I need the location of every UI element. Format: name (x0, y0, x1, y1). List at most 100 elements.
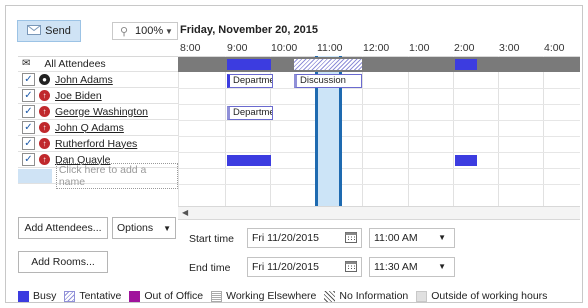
schedule-date-title: Friday, November 20, 2015 (180, 24, 318, 36)
scroll-left-icon[interactable]: ◀ (182, 208, 188, 217)
tentative-swatch (64, 290, 76, 302)
grid-row-line (178, 136, 580, 137)
appointment-block[interactable]: Discussion (294, 74, 362, 88)
legend-label: No Information (339, 290, 409, 302)
legend-out-of-office: Out of Office (129, 290, 203, 302)
chevron-down-icon: ▼ (165, 26, 173, 36)
start-date-value: Fri 11/20/2015 (252, 232, 319, 244)
options-label: Options (116, 222, 154, 234)
calendar-icon[interactable] (345, 261, 357, 275)
end-time-label: End time (189, 262, 231, 274)
attendee-checkbox[interactable]: ✓ (22, 89, 35, 102)
busy-block (227, 59, 271, 70)
calendar-icon[interactable] (345, 232, 357, 246)
out-of-office-swatch (129, 290, 141, 302)
outside-hours-swatch (416, 290, 428, 302)
attendee-list: ✉ All Attendees ✓ ● John Adams ✓ ↑ Joe B… (18, 56, 178, 206)
hour-label: 3:00 (499, 42, 520, 54)
zoom-value: 100% (135, 25, 164, 37)
hour-label: 1:00 (409, 42, 430, 54)
attendee-name[interactable]: George Washington (55, 106, 148, 118)
legend-no-information: No Information (324, 290, 408, 302)
busy-block (455, 155, 477, 166)
end-time-dropdown[interactable]: 11:30 AM ▼ (369, 257, 455, 277)
end-time-value: 11:30 AM (374, 261, 418, 273)
envelope-icon (27, 24, 42, 38)
all-attendees-row: ✉ All Attendees (18, 56, 178, 72)
add-attendee-input[interactable]: Click here to add a name (55, 162, 178, 189)
attendee-row[interactable]: ✓ ● John Adams (18, 72, 178, 88)
legend-label: Out of Office (144, 290, 204, 302)
search-icon: ⚲ (119, 25, 129, 38)
required-attendee-icon[interactable]: ↑ (39, 154, 50, 165)
hour-label: 8:00 (180, 42, 201, 54)
chevron-down-icon: ▼ (438, 262, 446, 271)
busy-block (455, 59, 477, 70)
legend-busy: Busy (18, 290, 56, 302)
attendee-name[interactable]: Joe Biden (55, 90, 102, 102)
grid-row-line (178, 104, 580, 105)
attendee-checkbox[interactable]: ✓ (22, 121, 35, 134)
grid-row-line (178, 152, 580, 153)
horizontal-scrollbar[interactable]: ◀ (178, 206, 580, 220)
legend-label: Tentative (79, 290, 122, 302)
attendee-row[interactable]: ✓ ↑ Joe Biden (18, 88, 178, 104)
legend: Busy Tentative Out of Office Working Els… (18, 290, 555, 302)
zoom-dropdown[interactable]: ⚲ 100% ▼ (112, 22, 178, 40)
chevron-down-icon: ▼ (438, 233, 446, 242)
send-button[interactable]: Send (17, 20, 81, 42)
attendee-name[interactable]: Rutherford Hayes (55, 138, 137, 150)
add-attendees-button[interactable]: Add Attendees... (18, 217, 108, 239)
organizer-icon: ● (39, 74, 50, 85)
working-elsewhere-swatch (211, 290, 223, 302)
grid-row-line (178, 168, 580, 169)
attendee-name[interactable]: John Adams (55, 74, 113, 86)
attendee-checkbox[interactable]: ✓ (22, 153, 35, 166)
hour-label: 9:00 (227, 42, 248, 54)
start-time-value: 11:00 AM (374, 232, 418, 244)
start-date-field[interactable]: Fri 11/20/2015 (247, 228, 362, 248)
attendee-checkbox[interactable]: ✓ (22, 73, 35, 86)
no-information-swatch (324, 290, 336, 302)
hour-label: 4:00 (544, 42, 565, 54)
chevron-down-icon: ▼ (163, 223, 172, 233)
hour-label: 2:00 (454, 42, 475, 54)
legend-working-elsewhere: Working Elsewhere (211, 290, 316, 302)
appointment-block[interactable]: Departme (227, 106, 273, 120)
busy-block (227, 155, 271, 166)
hour-label: 12:00 (363, 42, 390, 54)
legend-label: Busy (33, 290, 57, 302)
legend-tentative: Tentative (64, 290, 121, 302)
required-attendee-icon[interactable]: ↑ (39, 90, 50, 101)
end-date-field[interactable]: Fri 11/20/2015 (247, 257, 362, 277)
all-attendees-label: All Attendees (44, 57, 106, 70)
attendee-row[interactable]: ✓ ↑ Rutherford Hayes (18, 136, 178, 152)
legend-outside-hours: Outside of working hours (416, 290, 547, 302)
envelope-icon: ✉ (22, 58, 31, 69)
options-button[interactable]: Options ▼ (112, 217, 176, 239)
legend-label: Working Elsewhere (226, 290, 317, 302)
grid-row-line (178, 88, 580, 89)
grid-row-line (178, 120, 580, 121)
attendee-row[interactable]: ✓ ↑ George Washington (18, 104, 178, 120)
required-attendee-icon[interactable]: ↑ (39, 138, 50, 149)
start-time-label: Start time (189, 233, 234, 245)
hour-ruler: 8:00 9:00 10:00 11:00 12:00 1:00 2:00 3:… (180, 42, 580, 56)
add-rooms-button[interactable]: Add Rooms... (18, 251, 108, 273)
busy-swatch (18, 290, 29, 302)
attendee-checkbox[interactable]: ✓ (22, 137, 35, 150)
attendee-row[interactable]: ✓ ↑ John Q Adams (18, 120, 178, 136)
attendee-checkbox[interactable]: ✓ (22, 105, 35, 118)
legend-label: Outside of working hours (431, 290, 548, 302)
send-label: Send (45, 25, 71, 37)
required-attendee-icon[interactable]: ↑ (39, 122, 50, 133)
hour-label: 11:00 (317, 42, 343, 54)
required-attendee-icon[interactable]: ↑ (39, 106, 50, 117)
start-time-dropdown[interactable]: 11:00 AM ▼ (369, 228, 455, 248)
add-attendee-row[interactable]: Click here to add a name (18, 162, 178, 189)
appointment-block[interactable]: Departme (227, 74, 273, 88)
grid-row-line (178, 184, 580, 185)
end-date-value: Fri 11/20/2015 (252, 261, 319, 273)
attendee-name[interactable]: John Q Adams (55, 122, 124, 134)
tentative-block (294, 59, 362, 70)
